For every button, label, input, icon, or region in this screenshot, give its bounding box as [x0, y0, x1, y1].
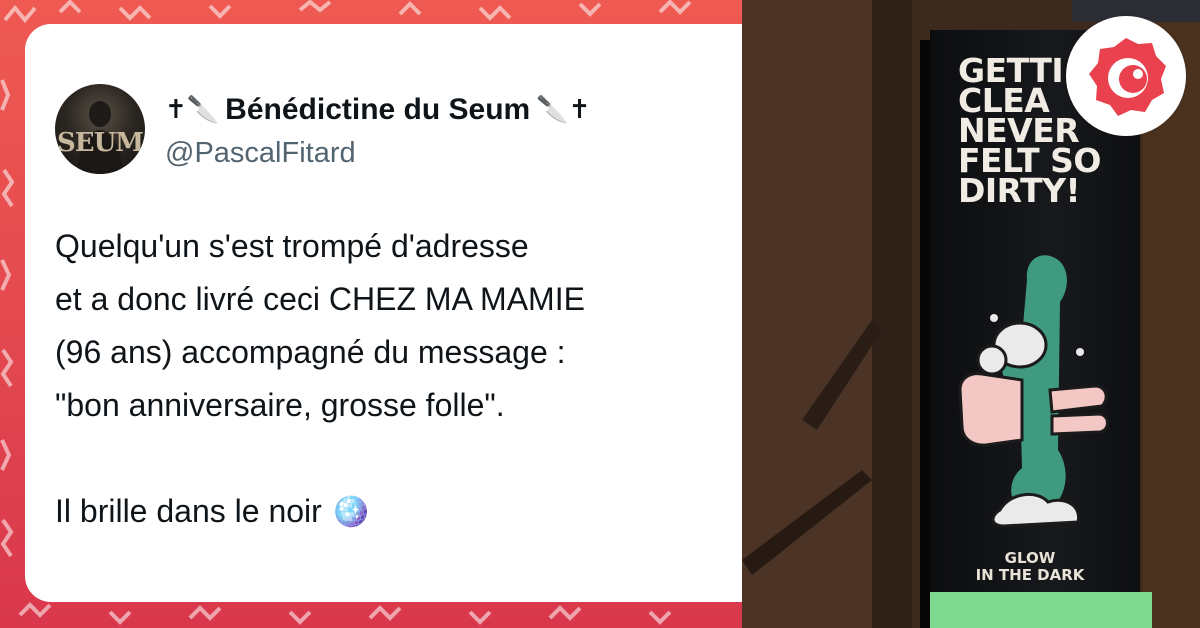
tweet-last-line: Il brille dans le noir 🪩 [55, 485, 745, 538]
box-footer: GLOW IN THE DARK [960, 550, 1100, 584]
avatar-text: SEUM [56, 128, 144, 158]
display-name[interactable]: ✝🔪 Bénédictine du Seum 🔪✝ [165, 90, 590, 130]
tweet-line: "bon anniversaire, grosse folle". [55, 387, 505, 423]
tweet-line: Quelqu'un s'est trompé d'adresse [55, 228, 529, 264]
site-logo-icon [1089, 38, 1166, 116]
tweet-line: et a donc livré ceci CHEZ MA MAMIE [55, 281, 585, 317]
tweet-text: Quelqu'un s'est trompé d'adresse et a do… [55, 220, 745, 538]
box-headline-line: DIRTY! [958, 171, 1081, 210]
user-handle[interactable]: @PascalFitard [165, 137, 356, 170]
dagger-icon: ✝🔪 [165, 95, 220, 125]
site-logo-badge[interactable] [1066, 16, 1186, 136]
box-illustration [958, 255, 1109, 528]
box-footer-line: GLOW [1004, 549, 1056, 567]
display-name-text: Bénédictine du Seum [225, 93, 531, 126]
knife-icon: 🔪✝ [536, 95, 591, 125]
product-box-green-strip [930, 592, 1152, 628]
tweet-card: SEUM ✝🔪 Bénédictine du Seum 🔪✝ @PascalFi… [25, 24, 742, 602]
tweet-line: (96 ans) accompagné du message : [55, 334, 566, 370]
box-footer-line: IN THE DARK [975, 566, 1085, 584]
mirror-ball-icon: 🪩 [330, 492, 371, 530]
tweet-line: Il brille dans le noir [55, 493, 322, 529]
avatar[interactable]: SEUM [55, 84, 145, 174]
